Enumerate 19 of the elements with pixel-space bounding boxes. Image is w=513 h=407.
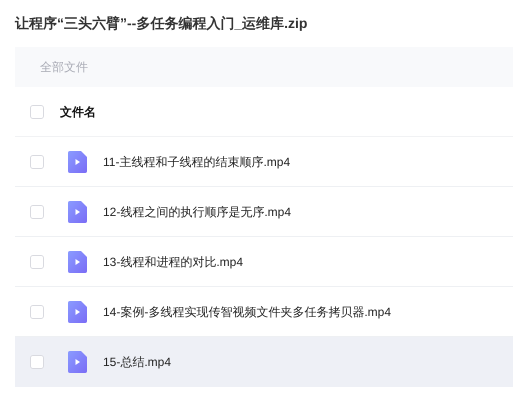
video-file-icon xyxy=(68,150,87,172)
file-name[interactable]: 12-线程之间的执行顺序是无序.mp4 xyxy=(103,202,292,220)
checkbox[interactable] xyxy=(30,304,44,318)
file-name[interactable]: 13-线程和进程的对比.mp4 xyxy=(103,252,244,270)
checkbox[interactable] xyxy=(30,204,44,218)
video-file-icon xyxy=(68,351,87,373)
checkbox[interactable] xyxy=(30,104,44,118)
checkbox[interactable] xyxy=(30,355,44,369)
file-row[interactable]: 15-总结.mp4 xyxy=(15,337,513,387)
video-file-icon xyxy=(68,300,87,322)
checkbox[interactable] xyxy=(30,254,44,268)
checkbox[interactable] xyxy=(30,154,44,168)
column-header: 文件名 xyxy=(60,104,96,120)
video-file-icon xyxy=(68,200,87,222)
file-name[interactable]: 15-总结.mp4 xyxy=(103,353,172,371)
file-name[interactable]: 14-案例-多线程实现传智视频文件夹多任务拷贝器.mp4 xyxy=(103,302,392,320)
video-file-icon xyxy=(68,250,87,272)
file-name[interactable]: 11-主线程和子线程的结束顺序.mp4 xyxy=(103,152,290,170)
archive-title: 让程序“三头六臂”--多任务编程入门_运维库.zip xyxy=(15,14,308,33)
